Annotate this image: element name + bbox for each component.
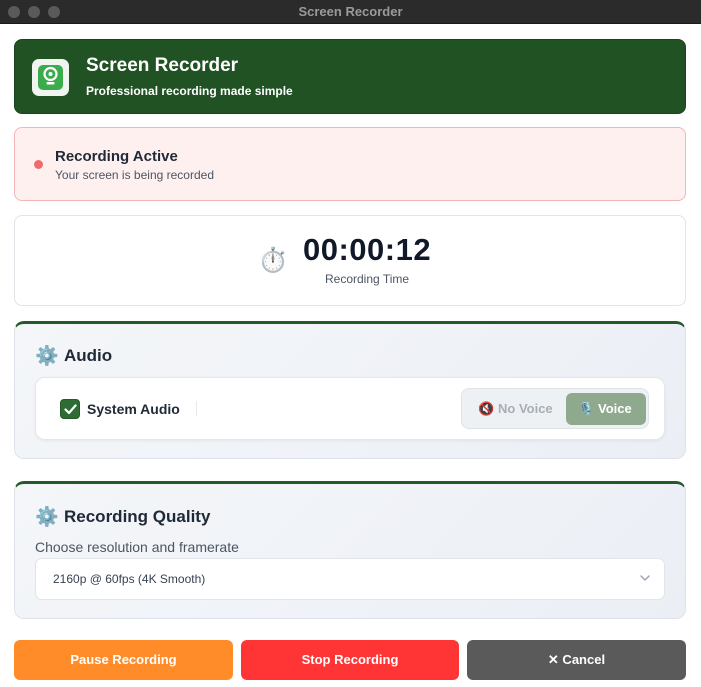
cancel-button[interactable]: ✕ Cancel: [467, 640, 686, 680]
webcam-icon: [32, 59, 69, 96]
timer-card: ⏱️ 00:00:12 Recording Time: [14, 215, 686, 306]
system-audio-label[interactable]: System Audio: [87, 401, 180, 417]
recording-time-value: 00:00:12: [303, 232, 432, 267]
recording-quality-card: ⚙️ Recording Quality Choose resolution a…: [14, 481, 686, 619]
quality-select-value: 2160p @ 60fps (4K Smooth): [53, 572, 206, 586]
status-title: Recording Active: [55, 148, 178, 165]
audio-options-row: System Audio 🔇 No Voice 🎙️ Voice: [35, 377, 665, 440]
system-audio-checkbox[interactable]: [60, 399, 80, 419]
chevron-down-icon: [640, 575, 650, 581]
window-titlebar: Screen Recorder: [0, 0, 701, 24]
microphone-icon: 🎙️: [578, 401, 595, 416]
pause-recording-button[interactable]: Pause Recording: [14, 640, 233, 680]
recording-time-label: Recording Time: [325, 272, 410, 286]
recording-indicator-dot: [34, 160, 43, 169]
audio-title: Audio: [64, 346, 113, 365]
voice-option[interactable]: 🎙️ Voice: [566, 393, 646, 425]
quality-select[interactable]: 2160p @ 60fps (4K Smooth): [35, 558, 665, 600]
audio-card: ⚙️ Audio System Audio 🔇 No Voice 🎙️ Voic…: [14, 321, 686, 459]
window-title: Screen Recorder: [298, 4, 403, 19]
recording-quality-title: Recording Quality: [64, 507, 211, 526]
recording-quality-description: Choose resolution and framerate: [35, 539, 239, 555]
no-voice-option[interactable]: 🔇 No Voice: [466, 393, 562, 425]
app-subtitle: Professional recording made simple: [86, 84, 293, 98]
gear-icon: ⚙️: [35, 346, 59, 367]
voice-label: Voice: [598, 401, 632, 416]
divider: [196, 401, 197, 416]
gear-icon: ⚙️: [35, 507, 59, 528]
no-voice-label: No Voice: [498, 401, 553, 416]
checkmark-icon: [64, 404, 77, 415]
recording-status-card: Recording Active Your screen is being re…: [14, 127, 686, 201]
voice-toggle: 🔇 No Voice 🎙️ Voice: [461, 388, 649, 429]
stopwatch-icon: ⏱️: [258, 247, 288, 274]
status-subtitle: Your screen is being recorded: [55, 168, 214, 182]
muted-speaker-icon: 🔇: [478, 401, 495, 416]
app-header: Screen Recorder Professional recording m…: [14, 39, 686, 114]
app-title: Screen Recorder: [86, 55, 239, 76]
stop-recording-button[interactable]: Stop Recording: [241, 640, 459, 680]
